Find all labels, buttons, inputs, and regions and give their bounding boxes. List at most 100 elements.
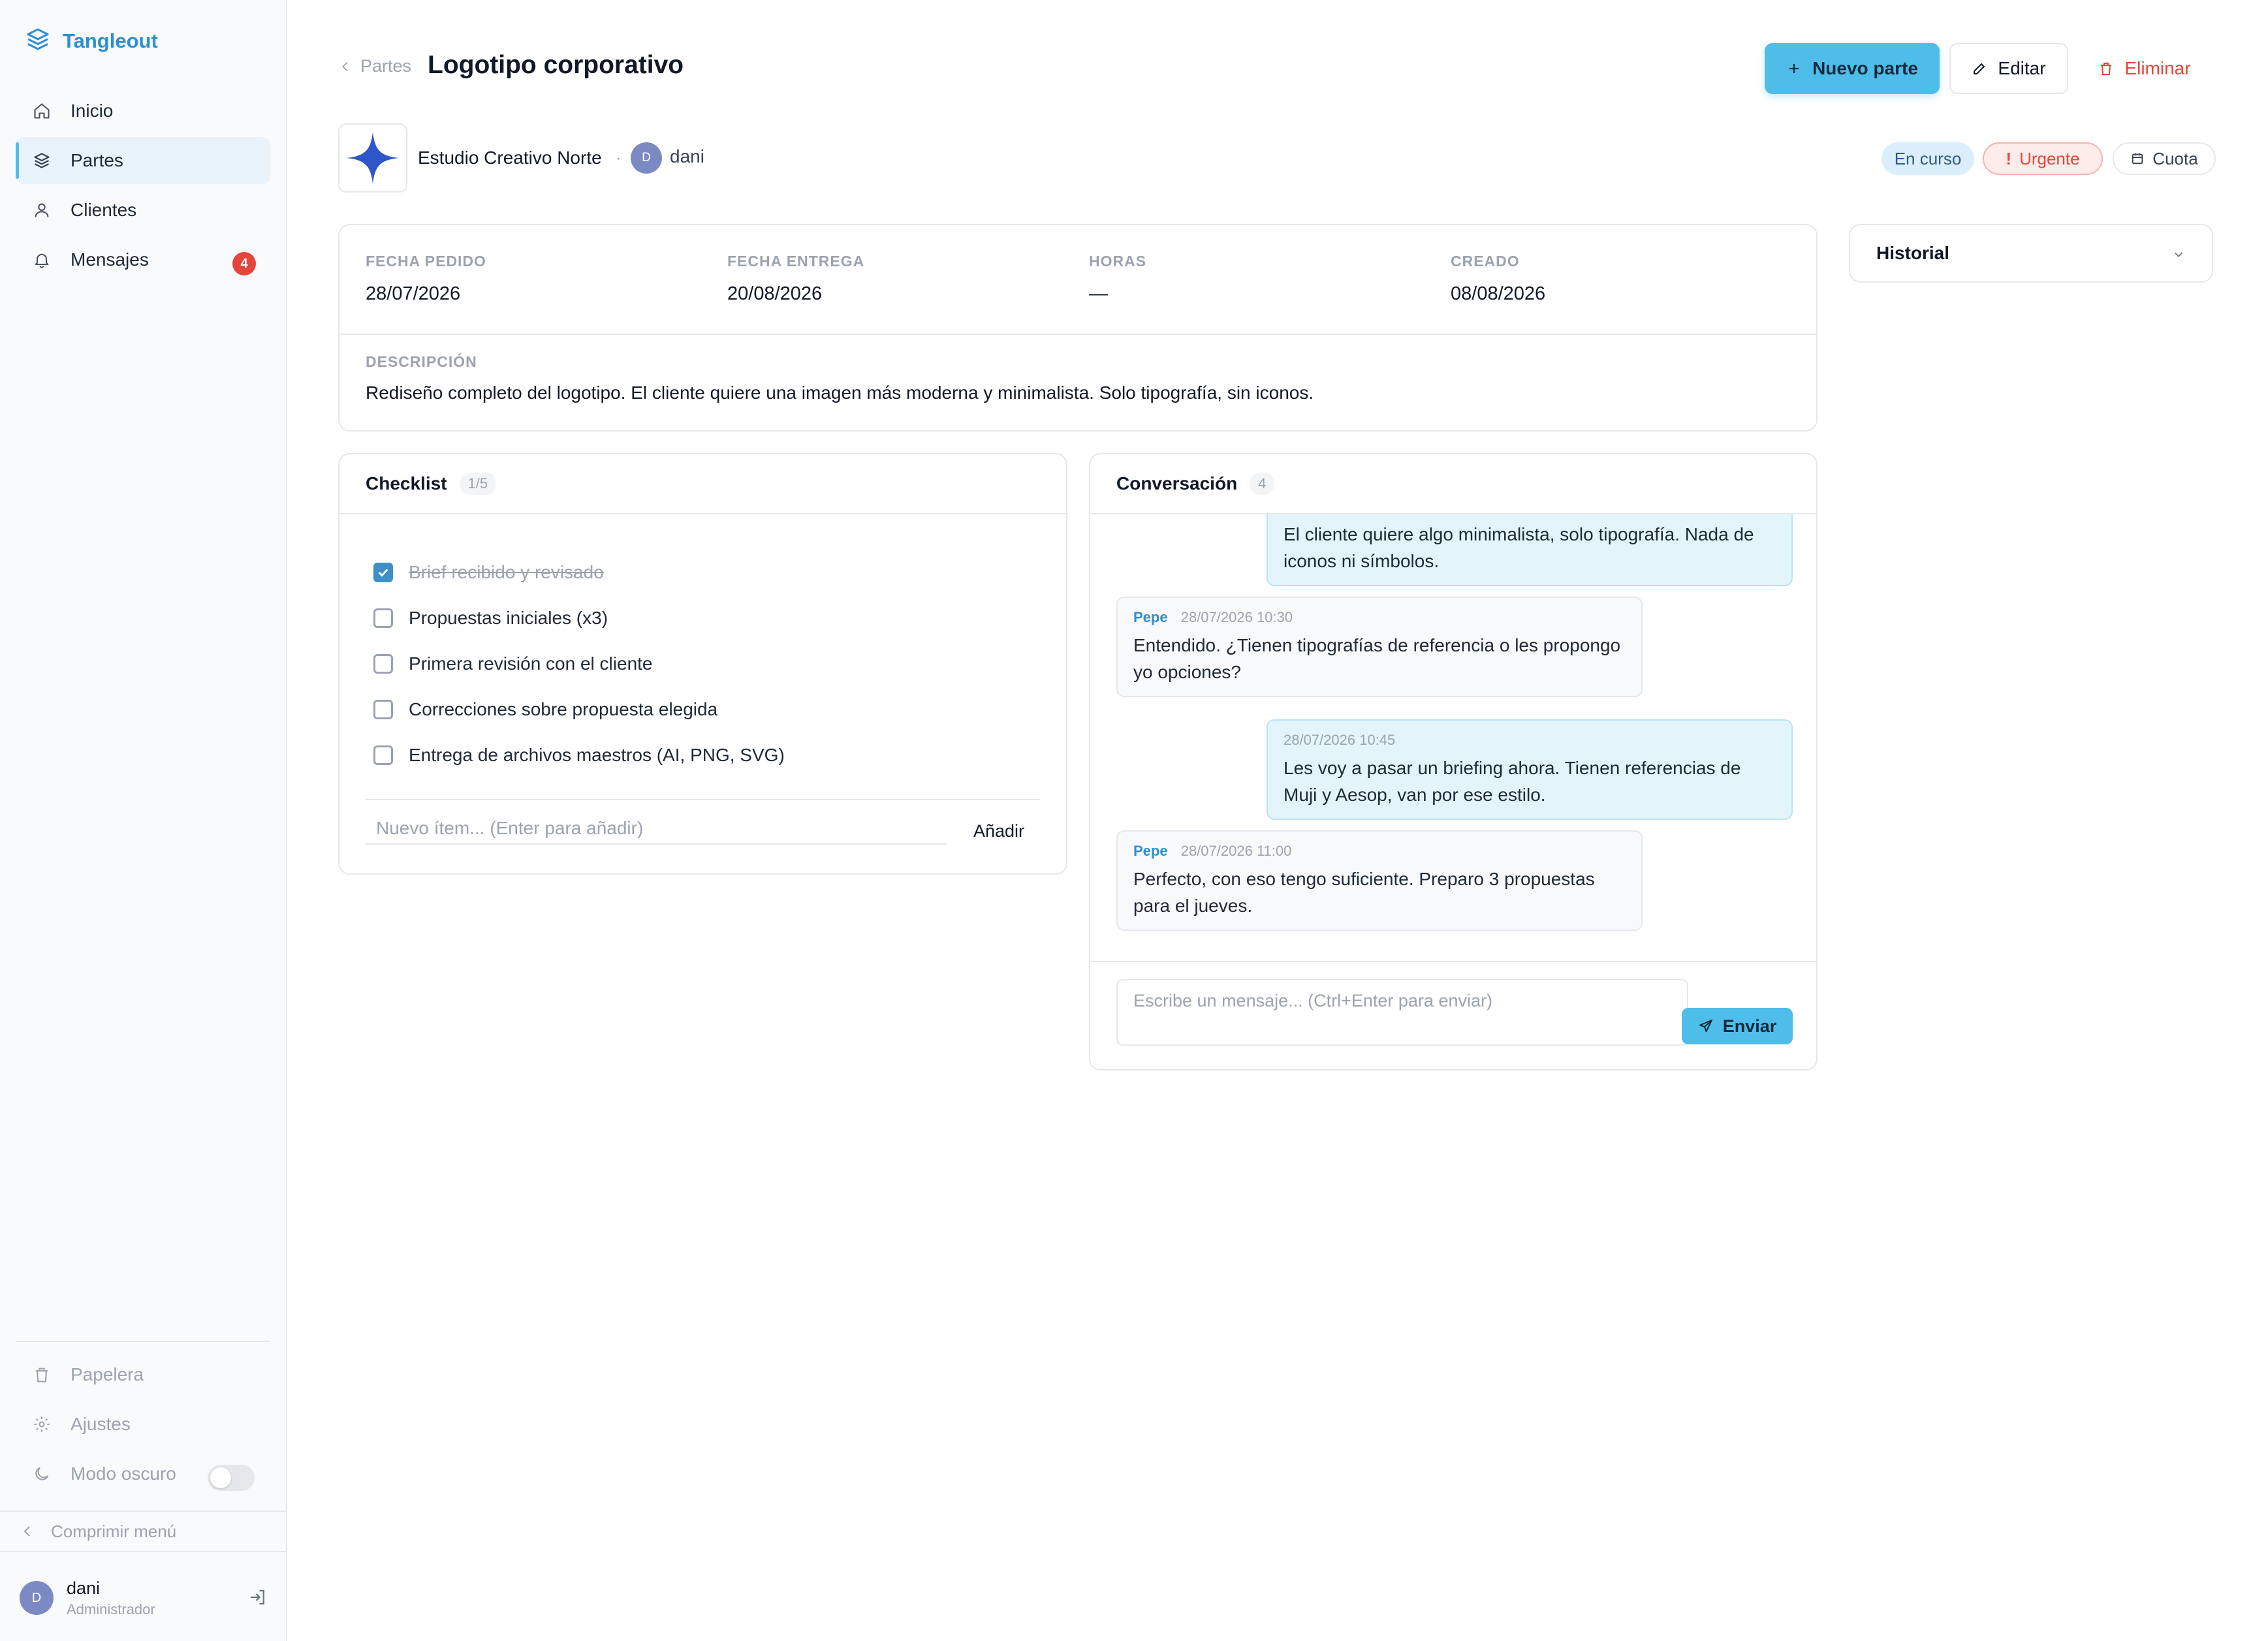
checklist-item[interactable]: Entrega de archivos maestros (AI, PNG, S… <box>373 732 785 778</box>
plus-icon <box>1789 64 1799 73</box>
avatar: D <box>20 1581 54 1615</box>
field-label: FECHA ENTREGA <box>727 253 865 270</box>
user-role: Administrador <box>67 1601 155 1618</box>
checklist-item[interactable]: Brief recibido y revisado <box>373 550 785 595</box>
history-panel[interactable]: Historial <box>1849 224 2213 283</box>
field-label: FECHA PEDIDO <box>366 253 486 270</box>
sidebar-item-clientes[interactable]: Clientes <box>16 187 270 234</box>
checklist-item[interactable]: Primera revisión con el cliente <box>373 641 785 687</box>
message-bubble-own: El cliente quiere algo minimalista, solo… <box>1267 514 1793 586</box>
dark-mode-toggle[interactable] <box>208 1465 255 1491</box>
priority-badge: ! Urgente <box>1983 142 2103 175</box>
sidebar-item-ajustes[interactable]: Ajustes <box>16 1401 270 1448</box>
user-profile: D dani Administrador <box>20 1578 268 1618</box>
field-value: 08/08/2026 <box>1451 283 1546 304</box>
page-title: Logotipo corporativo <box>428 51 684 79</box>
client-name[interactable]: Estudio Creativo Norte <box>418 148 602 168</box>
sidebar-item-label: Mensajes <box>71 249 149 270</box>
description-label: DESCRIPCIÓN <box>366 353 477 370</box>
sidebar-item-inicio[interactable]: Inicio <box>16 87 270 134</box>
user-icon <box>35 203 49 217</box>
sidebar-bottom: Papelera Ajustes Modo oscuro <box>16 1351 270 1500</box>
assignee-avatar: D <box>631 142 662 174</box>
send-button[interactable]: Enviar <box>1682 1008 1793 1044</box>
logout-icon[interactable] <box>248 1587 268 1610</box>
breadcrumb[interactable]: Partes <box>338 56 411 76</box>
collapse-menu-button[interactable]: Comprimir menú <box>0 1510 287 1552</box>
message-composer: Enviar <box>1090 961 1816 1069</box>
new-item-input[interactable] <box>366 813 947 845</box>
sidebar-item-label: Ajustes <box>71 1414 131 1434</box>
checklist-title: Checklist <box>366 473 447 493</box>
collapse-label: Comprimir menú <box>51 1521 177 1541</box>
chevron-left-icon <box>342 61 348 71</box>
checklist-item-label: Correcciones sobre propuesta elegida <box>409 699 718 719</box>
sidebar-item-partes[interactable]: Partes <box>16 137 270 184</box>
checklist-item[interactable]: Propuestas iniciales (x3) <box>373 595 785 641</box>
edit-button[interactable]: Editar <box>1949 43 2068 94</box>
sidebar-item-modo-oscuro: Modo oscuro <box>16 1450 270 1497</box>
message-text: Entendido. ¿Tienen tipografías de refere… <box>1133 635 1621 682</box>
add-item-row: Añadir <box>366 799 1040 845</box>
checkbox[interactable] <box>373 654 393 674</box>
breadcrumb-label: Partes <box>360 56 412 76</box>
brand[interactable]: Tangleout <box>25 26 158 55</box>
message-input[interactable] <box>1116 979 1688 1046</box>
chevron-left-icon <box>24 1526 30 1537</box>
field-value: — <box>1089 283 1108 304</box>
checklist-item-label: Brief recibido y revisado <box>409 562 604 582</box>
checklist-card: Checklist 1/5 Brief recibido y revisado … <box>338 453 1067 875</box>
delete-label: Eliminar <box>2124 58 2191 78</box>
message-list[interactable]: El cliente quiere algo minimalista, solo… <box>1090 514 1816 961</box>
field-value: 20/08/2026 <box>727 283 823 304</box>
created-field: CREADO 08/08/2026 <box>1451 253 1545 305</box>
message-meta: Pepe 28/07/2026 10:30 <box>1133 608 1626 627</box>
details-card: FECHA PEDIDO 28/07/2026 FECHA ENTREGA 20… <box>338 224 1818 431</box>
new-part-label: Nuevo parte <box>1812 58 1918 78</box>
send-label: Enviar <box>1722 1016 1777 1036</box>
home-icon <box>34 103 50 119</box>
sidebar-item-label: Inicio <box>71 101 114 121</box>
delete-button[interactable]: Eliminar <box>2089 43 2200 94</box>
message-bubble-own: 28/07/2026 10:45 Les voy a pasar un brie… <box>1267 719 1793 820</box>
add-item-button[interactable]: Añadir <box>973 821 1024 841</box>
pencil-icon <box>1974 63 1985 74</box>
message-bubble: Pepe 28/07/2026 10:30 Entendido. ¿Tienen… <box>1116 597 1643 697</box>
trash-icon <box>2101 63 2112 75</box>
check-icon <box>378 569 388 577</box>
chevron-down-icon <box>2174 252 2183 258</box>
conversation-card: Conversación 4 El cliente quiere algo mi… <box>1089 453 1818 1071</box>
message-time: 28/07/2026 10:30 <box>1180 609 1293 625</box>
message-author: Pepe <box>1133 843 1168 859</box>
layers-icon <box>34 153 50 168</box>
message-bubble: Pepe 28/07/2026 11:00 Perfecto, con eso … <box>1116 830 1643 931</box>
unread-badge: 4 <box>232 252 256 275</box>
conversation-title: Conversación <box>1116 473 1238 493</box>
hours-field: HORAS — <box>1089 253 1146 305</box>
field-label: CREADO <box>1451 253 1520 270</box>
sidebar-item-papelera[interactable]: Papelera <box>16 1351 270 1398</box>
send-icon <box>1699 1020 1712 1032</box>
checkbox[interactable] <box>373 608 393 628</box>
checklist-item-label: Propuestas iniciales (x3) <box>409 608 608 628</box>
sidebar-item-label: Modo oscuro <box>71 1463 176 1484</box>
bell-icon <box>35 253 49 268</box>
separator-dot: · <box>616 148 622 167</box>
checkbox[interactable] <box>373 700 393 719</box>
message-text: El cliente quiere algo minimalista, solo… <box>1284 524 1754 571</box>
new-part-button[interactable]: Nuevo parte <box>1765 43 1940 94</box>
main-nav: Inicio Partes Clientes Mensajes 4 <box>16 87 270 286</box>
checkbox[interactable] <box>373 745 393 765</box>
order-date-field: FECHA PEDIDO 28/07/2026 <box>366 253 486 305</box>
billing-badge: Cuota <box>2113 142 2216 175</box>
sidebar-item-mensajes[interactable]: Mensajes 4 <box>16 236 270 283</box>
assignee-name: dani <box>670 146 704 166</box>
user-name: dani <box>67 1578 101 1598</box>
checkbox[interactable] <box>373 563 393 582</box>
checklist-item[interactable]: Correcciones sobre propuesta elegida <box>373 687 785 732</box>
message-meta: 28/07/2026 10:45 <box>1284 731 1776 749</box>
sidebar-item-label: Partes <box>71 150 123 170</box>
sidebar: Tangleout Inicio Partes Clientes Mensaje… <box>0 0 287 1641</box>
checklist-header: Checklist 1/5 <box>339 454 1066 514</box>
sparkle-logo <box>347 132 399 184</box>
